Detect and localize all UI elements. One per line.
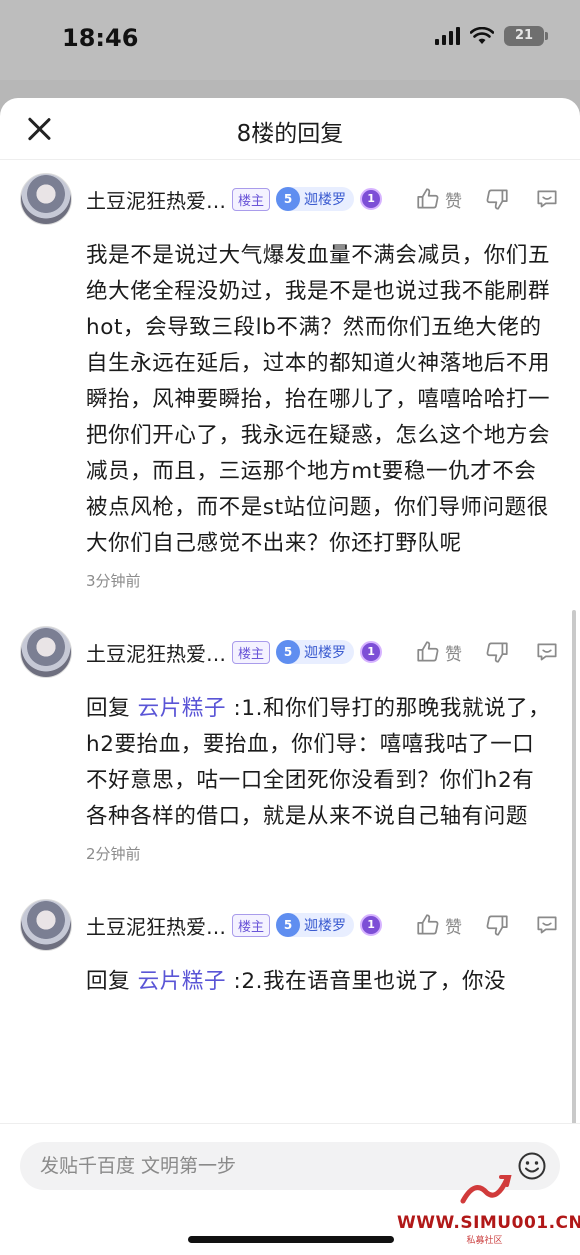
username[interactable]: 土豆泥狂热爱… <box>86 638 226 667</box>
dislike-button[interactable] <box>484 639 510 665</box>
reply-actions: 赞 <box>415 912 560 938</box>
mention-link[interactable]: 云片糕子 <box>138 696 226 721</box>
level-badge: 5 迦楼罗 <box>276 640 355 664</box>
watermark-logo-icon <box>460 1175 512 1204</box>
level-badge: 5 迦楼罗 <box>276 913 355 937</box>
comment-bar: 发贴千百度 文明第一步 WWW.SIMU001.CN 私募社区 <box>0 1123 580 1255</box>
level-name: 迦楼罗 <box>304 192 347 208</box>
reply-item: 土豆泥狂热爱… 楼主 5 迦楼罗 1 赞 <box>0 613 580 886</box>
like-button[interactable]: 赞 <box>415 639 462 665</box>
comment-placeholder: 发贴千百度 文明第一步 <box>40 1155 237 1177</box>
reply-content: :2.我在语音里也说了，你没 <box>226 969 507 994</box>
reply-text: 回复 云片糕子 :2.我在语音里也说了，你没 <box>86 964 556 1000</box>
mention-link[interactable]: 云片糕子 <box>138 969 226 994</box>
like-button[interactable]: 赞 <box>415 912 462 938</box>
medal-icon: 1 <box>360 188 383 210</box>
comment-icon <box>537 916 557 934</box>
watermark: WWW.SIMU001.CN 私募社区 <box>397 1171 580 1246</box>
like-label: 赞 <box>445 917 462 938</box>
reply-text: 回复 云片糕子 :1.和你们导打的那晚我就说了，h2要抬血，要抬血，你们导：嘻嘻… <box>86 691 556 835</box>
reply-time: 2分钟前 <box>86 845 141 863</box>
thumbs-down-icon <box>486 189 508 210</box>
like-button[interactable]: 赞 <box>415 186 462 212</box>
status-icons: 21 <box>435 26 548 46</box>
level-number: 5 <box>276 187 301 211</box>
level-badge: 5 迦楼罗 <box>276 187 355 211</box>
thumbs-up-icon <box>417 914 439 935</box>
comment-icon <box>537 190 557 208</box>
avatar[interactable] <box>20 899 72 951</box>
reply-text: 我是不是说过大气爆发血量不满会减员，你们五绝大佬全程没奶过，我是不是也说过我不能… <box>86 243 551 556</box>
comment-button[interactable] <box>534 186 560 212</box>
reply-item: 土豆泥狂热爱… 楼主 5 迦楼罗 1 赞 <box>0 886 580 1022</box>
reply-header: 土豆泥狂热爱… 楼主 5 迦楼罗 1 赞 <box>20 170 560 228</box>
comment-icon <box>537 643 557 661</box>
reply-header: 土豆泥狂热爱… 楼主 5 迦楼罗 1 赞 <box>20 896 560 954</box>
scrollbar[interactable] <box>572 610 576 1125</box>
watermark-text: WWW.SIMU001.CN <box>397 1213 580 1233</box>
dislike-button[interactable] <box>484 186 510 212</box>
watermark-subtext: 私募社区 <box>466 1236 503 1246</box>
owner-badge: 楼主 <box>232 640 271 664</box>
wifi-icon <box>470 27 494 44</box>
level-name: 迦楼罗 <box>304 645 347 661</box>
medal-icon: 1 <box>360 641 383 663</box>
reply-item: 土豆泥狂热爱… 楼主 5 迦楼罗 1 赞 <box>0 160 580 613</box>
username[interactable]: 土豆泥狂热爱… <box>86 185 226 214</box>
status-bar: 18:46 21 <box>0 0 580 80</box>
owner-badge: 楼主 <box>232 187 271 211</box>
comment-button[interactable] <box>534 639 560 665</box>
sheet-header: 8楼的回复 <box>0 98 580 160</box>
home-indicator <box>188 1236 394 1243</box>
reply-sheet: 8楼的回复 土豆泥狂热爱… 楼主 5 迦楼罗 1 赞 我是不是说过大气爆发血量不… <box>0 98 580 1255</box>
battery-icon: 21 <box>504 26 548 46</box>
like-label: 赞 <box>445 191 462 212</box>
reply-prefix: 回复 <box>86 969 138 994</box>
medal-icon: 1 <box>360 914 383 936</box>
status-time: 18:46 <box>62 24 139 52</box>
avatar[interactable] <box>20 626 72 678</box>
cellular-signal-icon <box>435 27 460 45</box>
dislike-button[interactable] <box>484 912 510 938</box>
reply-prefix: 回复 <box>86 696 138 721</box>
reply-actions: 赞 <box>415 186 560 212</box>
sheet-title: 8楼的回复 <box>236 121 344 147</box>
level-name: 迦楼罗 <box>304 918 347 934</box>
reply-actions: 赞 <box>415 639 560 665</box>
thumbs-down-icon <box>486 915 508 936</box>
reply-time: 3分钟前 <box>86 572 141 590</box>
replies-list[interactable]: 土豆泥狂热爱… 楼主 5 迦楼罗 1 赞 我是不是说过大气爆发血量不满会减员，你… <box>0 160 580 1125</box>
avatar[interactable] <box>20 173 72 225</box>
thumbs-up-icon <box>417 188 439 209</box>
level-number: 5 <box>276 640 301 664</box>
thumbs-up-icon <box>417 641 439 662</box>
username[interactable]: 土豆泥狂热爱… <box>86 911 226 940</box>
comment-button[interactable] <box>534 912 560 938</box>
like-label: 赞 <box>445 644 462 665</box>
owner-badge: 楼主 <box>232 913 271 937</box>
reply-header: 土豆泥狂热爱… 楼主 5 迦楼罗 1 赞 <box>20 623 560 681</box>
thumbs-down-icon <box>486 642 508 663</box>
level-number: 5 <box>276 913 301 937</box>
